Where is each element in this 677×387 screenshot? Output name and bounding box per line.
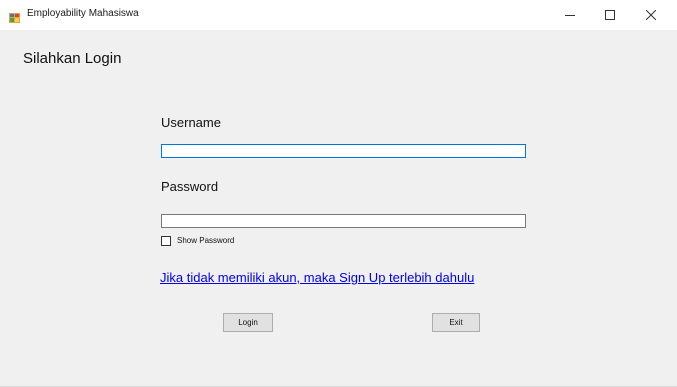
window-title: Employability Mahasiswa	[27, 8, 139, 19]
app-icon	[9, 10, 20, 23]
minimize-icon	[565, 10, 575, 20]
username-field[interactable]	[161, 144, 526, 158]
password-label: Password	[161, 179, 219, 194]
close-button[interactable]	[634, 0, 668, 30]
maximize-icon	[605, 10, 615, 20]
username-label: Username	[161, 115, 221, 130]
close-icon	[646, 10, 656, 20]
maximize-button[interactable]	[593, 0, 627, 30]
signup-link[interactable]: Jika tidak memiliki akun, maka Sign Up t…	[160, 270, 474, 285]
page-title: Silahkan Login	[23, 50, 122, 67]
show-password-checkbox[interactable]	[161, 236, 171, 246]
login-window: Employability Mahasiswa Silahkan Login U…	[0, 0, 677, 387]
title-bar[interactable]: Employability Mahasiswa	[0, 0, 677, 30]
password-field[interactable]	[161, 214, 526, 228]
login-button[interactable]: Login	[223, 313, 273, 332]
exit-button[interactable]: Exit	[432, 313, 480, 332]
minimize-button[interactable]	[553, 0, 587, 30]
show-password-label[interactable]: Show Password	[177, 236, 234, 245]
